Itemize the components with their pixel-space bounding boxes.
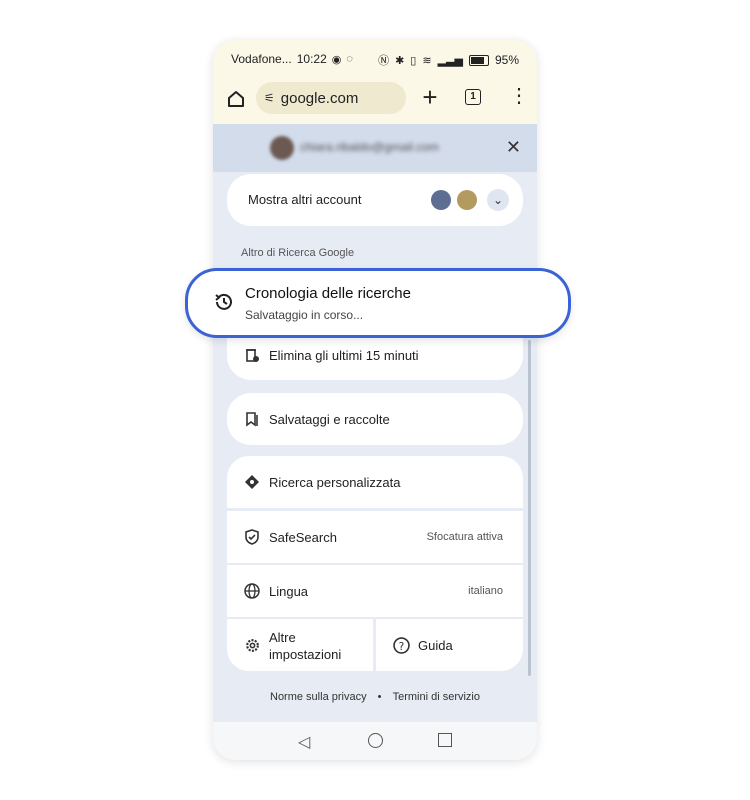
status-left: Vodafone... 10:22 ◉ ◌: [231, 52, 353, 66]
svg-text:?: ?: [398, 639, 404, 652]
status-right: Ⓝ ✱ ▯ ≋ ▂▃▅ 95%: [378, 52, 519, 68]
url-bar[interactable]: ⚟ google.com: [256, 82, 406, 114]
help-icon: ?: [392, 636, 410, 654]
footer: Norme sulla privacy • Termini di servizi…: [213, 691, 537, 703]
account-email: chiara.ribaldo@gmail.com: [300, 140, 439, 154]
site-settings-icon[interactable]: ⚟: [264, 91, 275, 105]
vibrate-icon: ▯: [410, 54, 417, 67]
settings-label: Altre impostazioni: [269, 630, 342, 662]
personal-label: Ricerca personalizzata: [269, 475, 401, 490]
avatar: [457, 190, 477, 210]
battery-icon: [468, 54, 489, 66]
browser-top: Vodafone... 10:22 ◉ ◌ Ⓝ ✱ ▯ ≋ ▂▃▅ 95% ⚟ …: [213, 40, 537, 124]
eye-icon: ◉: [331, 53, 342, 66]
new-tab-button[interactable]: +: [418, 84, 442, 110]
delete-label: Elimina gli ultimi 15 minuti: [269, 348, 419, 363]
saves-button[interactable]: Salvataggi e raccolte: [227, 393, 523, 445]
safesearch-label: SafeSearch: [269, 530, 337, 545]
delete-history-icon: [243, 346, 261, 364]
system-nav-bar: ◁: [213, 722, 537, 760]
whatsapp-icon: ◌: [346, 53, 353, 65]
account-bar: chiara.ribaldo@gmail.com ✕: [213, 124, 537, 172]
browser-toolbar: ⚟ google.com + 1 ⋮: [213, 80, 537, 120]
language-value: italiano: [468, 585, 503, 597]
battery-percent: 95%: [494, 53, 519, 67]
gear-icon: [243, 636, 261, 654]
terms-link[interactable]: Termini di servizio: [393, 691, 480, 703]
footer-separator: •: [377, 691, 382, 703]
signal-icon: ▂▃▅: [437, 54, 463, 67]
personal-search-button[interactable]: Ricerca personalizzata: [227, 456, 523, 508]
tab-switcher-button[interactable]: 1: [465, 89, 481, 105]
personalization-icon: [243, 473, 261, 491]
recents-icon[interactable]: [438, 733, 452, 747]
more-accounts-label: Mostra altri account: [248, 192, 362, 207]
help-button[interactable]: ? Guida: [376, 619, 523, 671]
history-icon: [213, 291, 235, 313]
globe-icon: [243, 582, 261, 600]
language-label: Lingua: [269, 584, 309, 599]
back-icon[interactable]: ◁: [298, 732, 310, 752]
safesearch-button[interactable]: SafeSearch Sfocatura attiva: [227, 511, 523, 563]
delete-last-15-button[interactable]: Elimina gli ultimi 15 minuti: [227, 332, 523, 380]
avatar: [431, 190, 451, 210]
language-button[interactable]: Lingua italiano: [227, 565, 523, 617]
home-icon[interactable]: [223, 86, 249, 112]
section-title: Altro di Ricerca Google: [241, 247, 355, 259]
bluetooth-icon: ✱: [395, 54, 405, 67]
history-subtitle: Salvataggio in corso...: [245, 308, 364, 322]
more-accounts-button[interactable]: Mostra altri account ⌄: [227, 174, 523, 226]
history-title: Cronologia delle ricerche: [245, 285, 411, 302]
safesearch-value: Sfocatura attiva: [426, 531, 503, 543]
saves-label: Salvataggi e raccolte: [269, 412, 390, 427]
search-history-button[interactable]: Cronologia delle ricerche Salvataggio in…: [185, 268, 571, 338]
chevron-down-icon[interactable]: ⌄: [487, 189, 509, 211]
privacy-link[interactable]: Norme sulla privacy: [270, 691, 367, 703]
help-label: Guida: [418, 638, 453, 653]
url-text: google.com: [280, 89, 359, 107]
home-circle-icon[interactable]: [368, 733, 383, 748]
clock: 10:22: [296, 52, 327, 66]
phone-screen: Vodafone... 10:22 ◉ ◌ Ⓝ ✱ ▯ ≋ ▂▃▅ 95% ⚟ …: [213, 40, 537, 760]
bookmark-icon: [243, 410, 261, 428]
wifi-icon: ≋: [422, 54, 432, 67]
more-settings-button[interactable]: Altre impostazioni: [227, 619, 373, 671]
scrollbar[interactable]: [528, 340, 531, 676]
menu-button[interactable]: ⋮: [509, 86, 529, 110]
shield-icon: [243, 528, 261, 546]
account-avatar: [270, 136, 294, 160]
nfc-icon: Ⓝ: [378, 55, 390, 67]
carrier: Vodafone...: [231, 52, 292, 66]
close-icon[interactable]: ✕: [506, 137, 521, 158]
